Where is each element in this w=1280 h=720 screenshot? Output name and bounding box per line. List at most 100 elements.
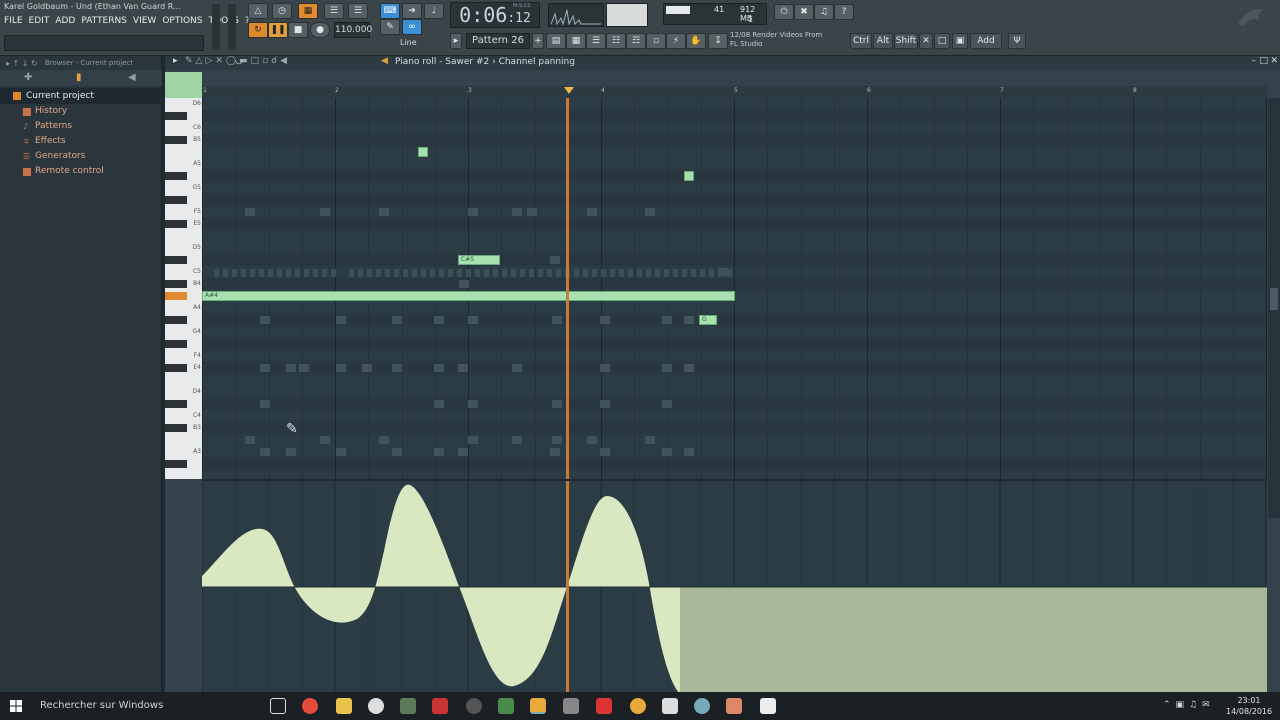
note-color-swatch[interactable] — [165, 72, 202, 98]
app-3-icon[interactable] — [630, 698, 646, 714]
black-key[interactable] — [165, 460, 187, 468]
download-button[interactable]: ↧ — [708, 33, 728, 49]
black-key[interactable] — [165, 400, 187, 408]
playlist-button[interactable]: ▤ — [546, 33, 566, 49]
add-button[interactable]: Add — [970, 33, 1002, 49]
magnet-icon[interactable]: ◡ — [235, 56, 243, 66]
pattern-selector[interactable]: Pattern 26 — [466, 33, 530, 49]
snap-mode-label[interactable]: Line — [400, 38, 444, 50]
vb-icon[interactable] — [432, 698, 448, 714]
black-key[interactable] — [165, 256, 187, 264]
chrome-icon[interactable] — [302, 698, 318, 714]
automation-default-region[interactable] — [680, 587, 1267, 692]
app-4-icon[interactable] — [662, 698, 678, 714]
browser-file-icon[interactable]: ▮ — [76, 72, 82, 83]
playhead-marker[interactable] — [564, 87, 574, 94]
close-icon[interactable]: ✕ — [1270, 56, 1278, 66]
channel-settings-button[interactable]: ☶ — [626, 33, 646, 49]
piano-roll-button[interactable]: ▦ — [566, 33, 586, 49]
black-key[interactable] — [165, 136, 187, 144]
black-key[interactable] — [165, 196, 187, 204]
piano-roll-menu-icon[interactable]: ▸ — [173, 56, 178, 66]
mixer-button[interactable]: ☷ — [606, 33, 626, 49]
playhead[interactable] — [566, 98, 569, 518]
app-icon[interactable] — [368, 698, 384, 714]
black-key[interactable] — [165, 172, 187, 180]
play-button[interactable]: ❚❚ — [268, 22, 288, 38]
note[interactable]: C#5 — [458, 255, 500, 265]
ctrl-modifier[interactable]: Ctrl — [850, 33, 872, 49]
tree-item-patterns[interactable]: ♪ Patterns — [0, 119, 162, 134]
pattern-prev-button[interactable]: ▸ — [450, 33, 462, 49]
mic-button[interactable]: ♫ — [814, 4, 834, 20]
alt-modifier[interactable]: Alt — [873, 33, 893, 49]
scrollbar-thumb[interactable] — [1270, 288, 1278, 310]
pattern-next-button[interactable]: + — [532, 33, 544, 49]
speaker-icon[interactable]: ◀ — [381, 56, 388, 66]
event-playhead[interactable] — [566, 481, 569, 692]
blender-icon[interactable] — [466, 698, 482, 714]
news-hint[interactable]: 12/08 Render Videos From FL Studio — [730, 31, 840, 53]
black-key[interactable] — [165, 316, 187, 324]
black-key[interactable] — [165, 340, 187, 348]
reset-button[interactable]: ⏻ — [774, 4, 794, 20]
black-key[interactable] — [165, 220, 187, 228]
panning-automation-curve[interactable] — [202, 481, 1267, 692]
black-key[interactable] — [165, 112, 187, 120]
app-7-icon[interactable] — [760, 698, 776, 714]
maximize-icon[interactable]: □ — [1259, 56, 1268, 66]
menu-file[interactable]: FILE — [4, 16, 23, 32]
tuner-button[interactable]: Ψ — [1008, 33, 1026, 49]
menu-options[interactable]: OPTIONS — [162, 16, 202, 32]
tempo-display[interactable]: 110.000 — [334, 22, 372, 38]
app-2-icon[interactable] — [563, 698, 579, 714]
note-grid[interactable]: C#5 A#4 G ✎ — [202, 98, 1267, 518]
note[interactable] — [418, 147, 428, 157]
pattern-song-toggle[interactable]: ↻ — [248, 22, 268, 38]
chrome-alt-icon[interactable] — [498, 698, 514, 714]
paste-button[interactable]: ▣ — [952, 33, 968, 49]
menu-add[interactable]: ADD — [55, 16, 75, 32]
loop-record-button[interactable]: ◷ — [272, 3, 292, 19]
snap-tool-button[interactable]: ✎ — [380, 19, 400, 35]
tree-root-current-project[interactable]: Current project — [0, 88, 162, 104]
wait-for-input-button[interactable]: ➜ — [402, 3, 422, 19]
taskbar-clock[interactable]: 23:01 14/08/2016 — [1226, 695, 1272, 717]
copy-button[interactable]: □ — [934, 33, 950, 49]
browser-nav-icons[interactable]: ▸ ↑ ↓ ↻ — [6, 59, 38, 68]
plugin-picker-button[interactable]: ⚡ — [666, 33, 686, 49]
tree-item-effects[interactable]: ∓ Effects — [0, 134, 162, 149]
shift-modifier[interactable]: Shift — [894, 33, 918, 49]
note[interactable]: A#4 — [202, 291, 735, 301]
note[interactable] — [684, 171, 694, 181]
app-5-icon[interactable] — [694, 698, 710, 714]
browser-speaker-icon[interactable]: ◀ — [128, 72, 136, 83]
master-pitch-slider[interactable] — [228, 4, 236, 50]
multilink-button[interactable]: ☰ — [348, 3, 368, 19]
note[interactable]: G — [699, 315, 717, 325]
fl-studio-taskbar-icon[interactable] — [530, 698, 546, 714]
black-key[interactable] — [165, 424, 187, 432]
app-6-icon[interactable] — [726, 698, 742, 714]
help-button[interactable]: ? — [834, 4, 854, 20]
channel-rack-button[interactable]: ☰ — [586, 33, 606, 49]
system-tray-icons[interactable]: ⌃▣♫✉ — [1163, 700, 1215, 710]
blend-notes-button[interactable]: ☰ — [324, 3, 344, 19]
record-button[interactable]: ● — [310, 22, 330, 38]
windows-start-icon[interactable] — [10, 700, 22, 712]
tree-item-generators[interactable]: ☰ Generators — [0, 149, 162, 164]
automation-event-pane[interactable] — [202, 479, 1267, 692]
master-volume-slider[interactable] — [212, 4, 220, 50]
active-key[interactable] — [165, 292, 187, 300]
tempo-tap-button[interactable]: △ — [248, 3, 268, 19]
automation-curve[interactable] — [202, 484, 680, 692]
minimize-icon[interactable]: – — [1252, 56, 1257, 66]
panic-button[interactable]: ✖ — [794, 4, 814, 20]
touch-controller-button[interactable]: ✋ — [686, 33, 706, 49]
menu-view[interactable]: VIEW — [133, 16, 156, 32]
link-channels-button[interactable]: ∞ — [402, 19, 422, 35]
menu-patterns[interactable]: PATTERNS — [81, 16, 127, 32]
file-explorer-icon[interactable] — [336, 698, 352, 714]
recycle-icon[interactable] — [400, 698, 416, 714]
stop-button[interactable]: ■ — [288, 22, 308, 38]
